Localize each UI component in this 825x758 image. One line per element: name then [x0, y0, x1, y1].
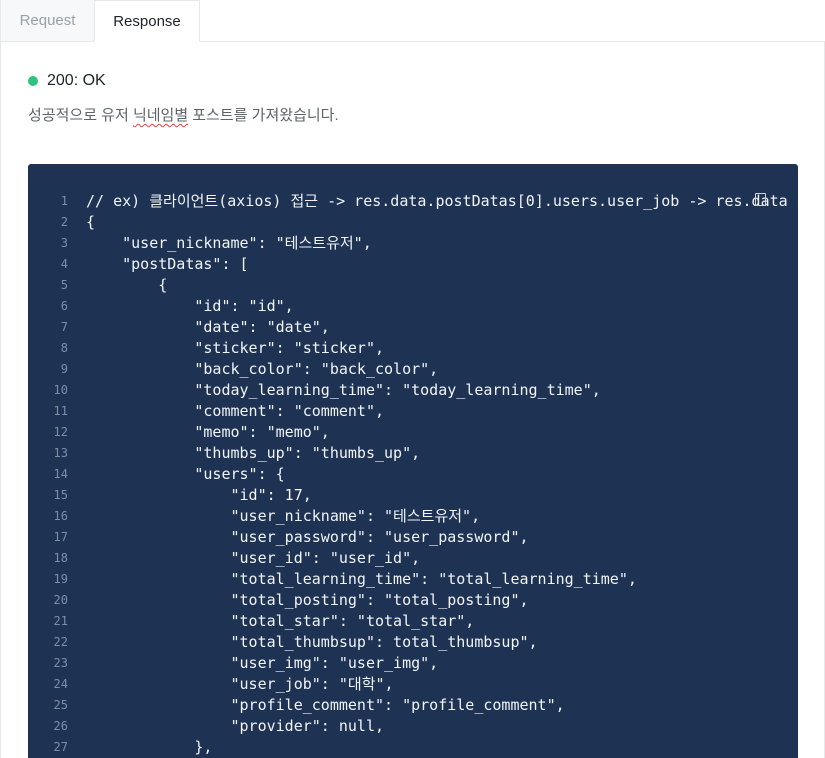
code-text: "total_learning_time": "total_learning_t…	[86, 570, 637, 588]
line-number: 12	[53, 425, 68, 439]
code-line: 20 "total_posting": "total_posting",	[28, 590, 798, 611]
line-number: 14	[53, 467, 68, 481]
code-text: "date": "date",	[86, 318, 330, 336]
code-text: "user_id": "user_id",	[86, 549, 421, 567]
code-text: "id": "id",	[86, 297, 294, 315]
line-number: 10	[53, 383, 68, 397]
code-text: // ex) 클라이언트(axios) 접근 -> res.data.postD…	[86, 192, 788, 210]
code-line: 12 "memo": "memo",	[28, 422, 798, 443]
code-text: "user_nickname": "테스트유저",	[86, 234, 372, 252]
code-line: 9 "back_color": "back_color",	[28, 359, 798, 380]
status-dot-icon	[28, 76, 38, 86]
code-line: 3 "user_nickname": "테스트유저",	[28, 233, 798, 254]
description-spellcheck-word: 닉네임별	[132, 107, 189, 124]
code-text: "users": {	[86, 465, 285, 483]
code-text: "sticker": "sticker",	[86, 339, 385, 357]
status-code-text: 200: OK	[47, 72, 106, 89]
code-line: 19 "total_learning_time": "total_learnin…	[28, 569, 798, 590]
code-lines: 1 // ex) 클라이언트(axios) 접근 -> res.data.post…	[28, 191, 798, 758]
panel-border-left	[0, 42, 1, 758]
api-doc-response-panel: Request Response 200: OK 성공적으로 유저 닉네임별 포…	[0, 0, 825, 758]
code-text: "back_color": "back_color",	[86, 360, 439, 378]
line-number: 18	[53, 551, 68, 565]
line-number: 4	[60, 257, 68, 271]
line-number: 20	[53, 593, 68, 607]
code-text: "total_posting": "total_posting",	[86, 591, 529, 609]
description-text-end: 포스트를 가져왔습니다.	[188, 107, 339, 124]
line-number: 27	[53, 740, 68, 754]
line-number: 11	[53, 404, 68, 418]
line-number: 19	[53, 572, 68, 586]
code-line: 16 "user_nickname": "테스트유저",	[28, 506, 798, 527]
line-number: 23	[53, 656, 68, 670]
code-line: 26 "provider": null,	[28, 716, 798, 737]
line-number: 16	[53, 509, 68, 523]
code-text: "provider": null,	[86, 717, 385, 735]
copy-icon[interactable]	[755, 193, 766, 206]
code-text: "thumbs_up": "thumbs_up",	[86, 444, 421, 462]
code-text: "total_thumbsup": total_thumbsup",	[86, 633, 538, 651]
code-line: 2{	[28, 212, 798, 233]
code-line: 7 "date": "date",	[28, 317, 798, 338]
line-number: 22	[53, 635, 68, 649]
response-status: 200: OK	[28, 70, 106, 92]
code-text: "memo": "memo",	[86, 423, 330, 441]
code-text: {	[86, 213, 96, 231]
code-line: 25 "profile_comment": "profile_comment",	[28, 695, 798, 716]
response-code-block: 1 // ex) 클라이언트(axios) 접근 -> res.data.post…	[28, 164, 798, 758]
line-number: 1	[60, 194, 68, 208]
code-line: 5 {	[28, 275, 798, 296]
code-line: 21 "total_star": "total_star",	[28, 611, 798, 632]
code-line: 15 "id": 17,	[28, 485, 798, 506]
description-text-start: 성공적으로 유저	[28, 107, 133, 124]
code-text: "today_learning_time": "today_learning_t…	[86, 381, 601, 399]
line-number: 26	[53, 719, 68, 733]
tab-response[interactable]: Response	[94, 0, 200, 42]
code-text: },	[86, 738, 213, 756]
code-text: "comment": "comment",	[86, 402, 385, 420]
code-line: 8 "sticker": "sticker",	[28, 338, 798, 359]
line-number: 2	[60, 215, 68, 229]
code-line: 13 "thumbs_up": "thumbs_up",	[28, 443, 798, 464]
code-text: "user_password": "user_password",	[86, 528, 529, 546]
code-line: 17 "user_password": "user_password",	[28, 527, 798, 548]
code-line: 11 "comment": "comment",	[28, 401, 798, 422]
code-line: 6 "id": "id",	[28, 296, 798, 317]
code-text: "id": 17,	[86, 486, 312, 504]
code-line: 10 "today_learning_time": "today_learnin…	[28, 380, 798, 401]
line-number: 15	[53, 488, 68, 502]
line-number: 24	[53, 677, 68, 691]
code-line: 4 "postDatas": [	[28, 254, 798, 275]
line-number: 9	[60, 362, 68, 376]
line-number: 13	[53, 446, 68, 460]
code-line: 18 "user_id": "user_id",	[28, 548, 798, 569]
code-line: 23 "user_img": "user_img",	[28, 653, 798, 674]
tab-bar-spacer	[200, 0, 825, 42]
line-number: 8	[60, 341, 68, 355]
code-text: "total_star": "total_star",	[86, 612, 475, 630]
tab-request[interactable]: Request	[0, 0, 94, 42]
code-text: "profile_comment": "profile_comment",	[86, 696, 565, 714]
line-number: 21	[53, 614, 68, 628]
line-number: 25	[53, 698, 68, 712]
code-text: "user_job": "대학",	[86, 675, 394, 693]
line-number: 7	[60, 320, 68, 334]
code-line: 1 // ex) 클라이언트(axios) 접근 -> res.data.post…	[28, 191, 798, 212]
code-text: "user_img": "user_img",	[86, 654, 439, 672]
line-number: 5	[60, 278, 68, 292]
code-text: "postDatas": [	[86, 255, 249, 273]
tab-bar: Request Response	[0, 0, 825, 42]
code-line: 27 },	[28, 737, 798, 758]
code-text: "user_nickname": "테스트유저",	[86, 507, 481, 525]
code-line: 14 "users": {	[28, 464, 798, 485]
code-line: 22 "total_thumbsup": total_thumbsup",	[28, 632, 798, 653]
line-number: 3	[60, 236, 68, 250]
code-text: {	[86, 276, 168, 294]
response-description: 성공적으로 유저 닉네임별 포스트를 가져왔습니다.	[28, 104, 339, 125]
code-line: 24 "user_job": "대학",	[28, 674, 798, 695]
line-number: 6	[60, 299, 68, 313]
line-number: 17	[53, 530, 68, 544]
